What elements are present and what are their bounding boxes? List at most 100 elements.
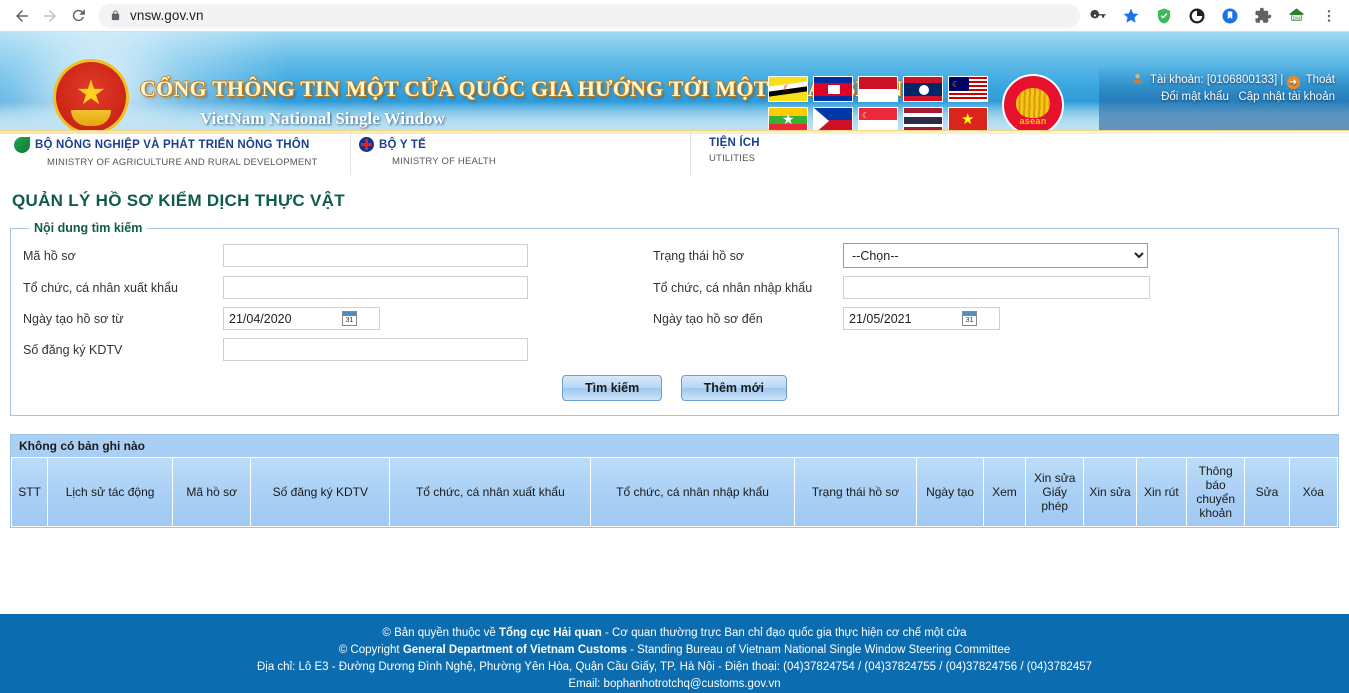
account-label: Tài khoản: [0106800133] <box>1149 74 1278 86</box>
site-banner: ★ VNNSW CỔNG THÔNG TIN MỘT CỬA QUỐC GIA … <box>0 32 1349 130</box>
nav-item-health-title: BỘ Y TẾ <box>379 138 426 151</box>
flag-myanmar: ★ <box>768 107 808 130</box>
footer-line-1c: - Cơ quan thường trực Ban chỉ đạo quốc g… <box>601 627 967 639</box>
account-box: Tài khoản: [0106800133] | ➜ Thoát Đổi mậ… <box>1131 72 1335 105</box>
footer-line-4: Email: bophanhotrotchq@customs.gov.vn <box>568 678 781 690</box>
update-account-link[interactable]: Cập nhật tài khoản <box>1238 91 1335 103</box>
label-ma-ho-so: Mã hồ sơ <box>23 248 76 263</box>
cell-so-dang-ky-input <box>223 334 653 365</box>
form-row-1: Mã hồ sơ Trạng thái hồ sơ --Chọn-- <box>23 239 1326 272</box>
nav-item-utilities-title: TIỆN ÍCH <box>709 137 760 149</box>
col-to-chuc-xuat-khau: Tổ chức, cá nhân xuất khẩu <box>389 458 592 527</box>
input-ma-ho-so[interactable] <box>223 244 528 267</box>
flag-brunei: ☾ <box>768 76 808 102</box>
nav-item-agriculture-sub: MINISTRY OF AGRICULTURE AND RURAL DEVELO… <box>47 157 318 168</box>
cell-ngay-tao-tu <box>223 303 653 334</box>
col-to-chuc-nhap-khau: Tổ chức, cá nhân nhập khẩu <box>590 458 795 527</box>
site-footer: © Bản quyền thuộc về Tổng cục Hải quan -… <box>0 614 1349 693</box>
col-ma-ho-so: Mã hồ sơ <box>171 458 252 527</box>
footer-line-2a: © Copyright <box>338 644 403 656</box>
col-sua: Sửa <box>1244 458 1290 527</box>
puzzle-extensions-icon[interactable] <box>1253 6 1273 26</box>
nav-item-agriculture[interactable]: BỘ NÔNG NGHIỆP VÀ PHÁT TRIỂN NÔNG THÔN M… <box>0 131 350 175</box>
gear-wreath-icon <box>71 110 111 126</box>
cell-empty-2 <box>843 334 1326 365</box>
logout-icon[interactable]: ➜ <box>1286 76 1300 89</box>
flags-row-1: ☾ ☾ <box>768 76 990 102</box>
address-bar[interactable]: vnsw.gov.vn <box>98 3 1080 28</box>
footer-line-3: Địa chỉ: Lô E3 - Đường Dương Đình Nghệ, … <box>256 661 1093 673</box>
footer-line-2b: General Department of Vietnam Customs <box>402 644 627 656</box>
nav-item-health[interactable]: BỘ Y TẾ MINISTRY OF HEALTH <box>350 131 690 175</box>
bookmark-star-icon[interactable] <box>1121 6 1141 26</box>
svg-text:DM: DM <box>1292 15 1299 21</box>
label-so-dang-ky: Số đăng ký KDTV <box>23 342 123 357</box>
leaf-icon <box>14 137 30 153</box>
results-section: Không có bản ghi nào STT Lịch sử tác độn… <box>10 434 1339 528</box>
asean-logo-text: asean <box>1019 116 1047 126</box>
nav-item-utilities[interactable]: TIỆN ÍCH UTILITIES <box>690 131 760 175</box>
flag-laos <box>903 76 943 102</box>
key-icon[interactable] <box>1088 6 1108 26</box>
chrome-menu-icon[interactable] <box>1319 6 1339 26</box>
nav-item-utilities-sub: UTILITIES <box>709 153 756 164</box>
search-panel: Nội dung tìm kiếm Mã hồ sơ Trạng thái hồ… <box>10 221 1339 416</box>
label-ngay-tao-tu: Ngày tạo hồ sơ từ <box>23 311 124 326</box>
col-xoa: Xóa <box>1288 458 1339 527</box>
results-header-row: STT Lịch sử tác động Mã hồ sơ Số đăng ký… <box>10 458 1339 527</box>
label-to-chuc-nhap-khau: Tổ chức, cá nhân nhập khẩu <box>653 280 813 295</box>
label-to-chuc-xuat-khau: Tổ chức, cá nhân xuất khẩu <box>23 280 178 295</box>
footer-line-1: © Bản quyền thuộc về Tổng cục Hải quan -… <box>0 625 1349 642</box>
input-ngay-tao-tu[interactable] <box>224 308 342 329</box>
nav-item-agriculture-title: BỘ NÔNG NGHIỆP VÀ PHÁT TRIỂN NÔNG THÔN <box>35 139 310 151</box>
url-text: vnsw.gov.vn <box>130 8 204 23</box>
col-trang-thai-ho-so: Trạng thái hồ sơ <box>793 458 918 527</box>
logout-link[interactable]: Thoát <box>1306 74 1335 86</box>
calendar-icon[interactable] <box>962 311 977 326</box>
nav-item-health-sub: MINISTRY OF HEALTH <box>392 156 496 167</box>
main-content: QUẢN LÝ HỒ SƠ KIỂM DỊCH THỰC VẬT Nội dun… <box>0 175 1349 614</box>
account-separator: | <box>1280 74 1284 86</box>
input-so-dang-ky[interactable] <box>223 338 528 361</box>
back-arrow-icon[interactable] <box>8 2 36 30</box>
asean-flags: ☾ ☾ ★ ☾ ★ <box>768 76 990 130</box>
date-field-ngay-tao-tu[interactable] <box>223 307 380 330</box>
pocket-icon[interactable] <box>1220 6 1240 26</box>
privacy-badger-icon[interactable] <box>1187 6 1207 26</box>
nav-item-health-title-row: BỘ Y TẾ <box>359 137 690 152</box>
lock-icon <box>110 9 121 22</box>
flag-thailand <box>903 107 943 130</box>
col-lich-su-tac-dong: Lịch sử tác động <box>47 458 173 527</box>
user-icon <box>1131 72 1144 85</box>
calendar-icon[interactable] <box>342 311 357 326</box>
add-new-button[interactable]: Thêm mới <box>680 375 787 401</box>
select-trang-thai[interactable]: --Chọn-- <box>843 243 1148 268</box>
input-ngay-tao-den[interactable] <box>844 308 962 329</box>
forward-arrow-icon[interactable] <box>36 2 64 30</box>
flag-malaysia: ☾ <box>948 76 988 102</box>
input-to-chuc-xuat-khau[interactable] <box>223 276 528 299</box>
footer-line-1b: Tổng cục Hải quan <box>498 627 602 639</box>
search-panel-legend: Nội dung tìm kiếm <box>34 221 143 235</box>
custom-extension-icon[interactable]: DM <box>1286 6 1306 26</box>
form-row-2: Tổ chức, cá nhân xuất khẩu Tổ chức, cá n… <box>23 272 1326 303</box>
flags-row-2: ★ ☾ ★ <box>768 107 990 130</box>
page-title: QUẢN LÝ HỒ SƠ KIỂM DỊCH THỰC VẬT <box>12 191 345 210</box>
asean-rice-bundle-icon <box>1016 88 1050 118</box>
nav-item-agriculture-title-row: BỘ NÔNG NGHIỆP VÀ PHÁT TRIỂN NÔNG THÔN <box>14 137 350 153</box>
form-row-3: Ngày tạo hồ sơ từ Ngày tạo hồ sơ đến <box>23 303 1326 334</box>
ministry-nav: BỘ NÔNG NGHIỆP VÀ PHÁT TRIỂN NÔNG THÔN M… <box>0 130 1349 175</box>
label-trang-thai: Trạng thái hồ sơ <box>653 248 745 263</box>
search-button[interactable]: Tìm kiếm <box>562 375 663 401</box>
input-to-chuc-nhap-khau[interactable] <box>843 276 1150 299</box>
footer-line-1a: © Bản quyền thuộc về <box>382 627 499 639</box>
col-stt: STT <box>10 458 49 527</box>
vietnam-emblem-icon: ★ <box>56 62 126 130</box>
vnnsw-emblem[interactable]: ★ VNNSW <box>48 62 134 130</box>
date-field-ngay-tao-den[interactable] <box>843 307 1000 330</box>
change-password-link[interactable]: Đổi mật khẩu <box>1161 91 1229 103</box>
reload-icon[interactable] <box>64 2 92 30</box>
results-table: STT Lịch sử tác động Mã hồ sơ Số đăng ký… <box>10 458 1339 527</box>
cell-to-chuc-xuat-khau-input <box>223 272 653 303</box>
adblock-shield-icon[interactable] <box>1154 6 1174 26</box>
